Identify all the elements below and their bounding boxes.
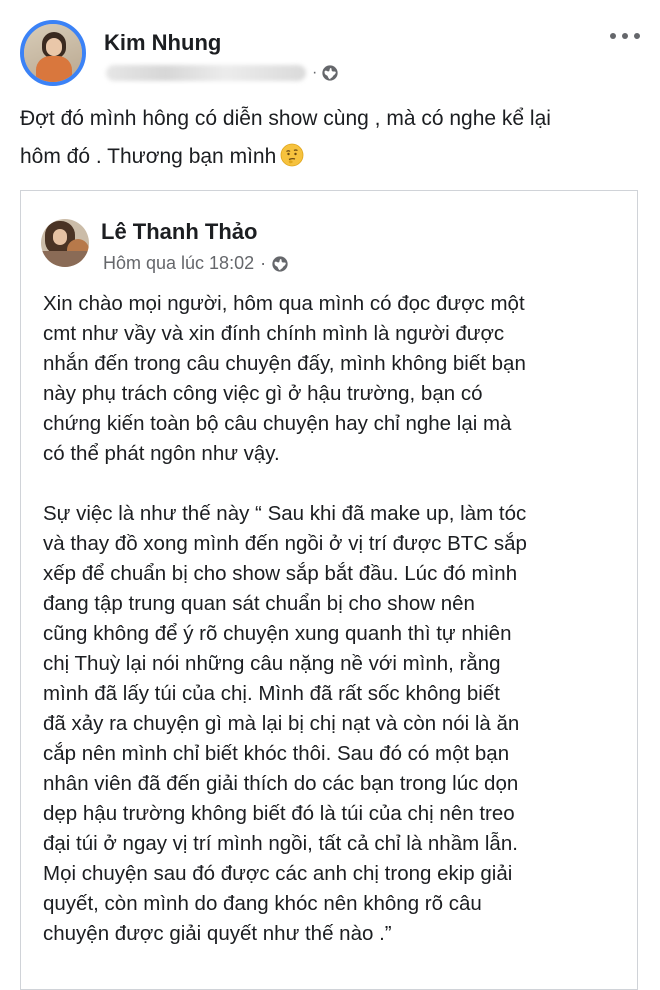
avatar[interactable] xyxy=(20,20,86,86)
meta-separator: · xyxy=(260,253,267,273)
shared-post-meta: Hôm qua lúc 18:02 · xyxy=(103,253,289,274)
body-line: mình đã lấy túi của chị. Mình đã rất sốc… xyxy=(43,682,500,705)
body-line: nhân viên đã đến giải thích do các bạn t… xyxy=(43,772,519,795)
shared-author-name[interactable]: Lê Thanh Thảo xyxy=(101,219,257,245)
body-line: xếp để chuẩn bị cho show sắp bắt đầu. Lú… xyxy=(43,562,518,585)
body-line: Xin chào mọi người, hôm qua mình có đọc … xyxy=(43,292,525,315)
shared-avatar[interactable] xyxy=(41,219,89,267)
body-line: quyết, còn mình do đang khóc nên không r… xyxy=(43,892,482,915)
body-line: nhắn đến trong câu chuyện đấy, mình khôn… xyxy=(43,352,526,375)
body-line: đã xảy ra chuyện gì mà lại bị chị nạt và… xyxy=(43,712,520,735)
body-line: chứng kiến toàn bộ câu chuyện hay chỉ ng… xyxy=(43,412,512,435)
body-line: Sự việc là như thế này “ Sau khi đã make… xyxy=(43,502,527,525)
post-header: Kim Nhung · xyxy=(20,20,640,92)
body-line: chị Thuỳ lại nói những câu nặng nề với m… xyxy=(43,652,501,675)
body-line: và thay đồ xong mình đến ngồi ở vị trí đ… xyxy=(43,532,527,555)
shared-timestamp[interactable]: Hôm qua lúc 18:02 xyxy=(103,253,254,274)
meta-separator: · xyxy=(312,64,318,81)
globe-icon xyxy=(272,255,288,272)
body-line: dẹp hậu trường không biết đó là túi của … xyxy=(43,802,515,825)
post-text-line: hôm đó . Thương bạn mình xyxy=(20,145,277,168)
thinking-face-emoji-icon xyxy=(280,143,304,167)
blurred-timestamp xyxy=(106,65,306,81)
body-line: chuyện được giải quyết như thế nào .” xyxy=(43,922,392,945)
shared-post-card[interactable]: Lê Thanh Thảo Hôm qua lúc 18:02 · Xin ch… xyxy=(20,190,638,990)
post-text-line-with-emoji: hôm đó . Thương bạn mình xyxy=(20,138,640,176)
more-horizontal-icon[interactable] xyxy=(610,30,640,42)
body-line: đang tập trung quan sát chuẩn bị cho sho… xyxy=(43,592,475,615)
body-line: cắp nên mình chỉ biết khóc thôi. Sau đó … xyxy=(43,742,510,765)
body-line: Mọi chuyện sau đó được các anh chị trong… xyxy=(43,862,513,885)
body-line: có thể phát ngôn như vậy. xyxy=(43,442,280,465)
body-line: cmt như vầy và xin đính chính mình là ng… xyxy=(43,322,505,345)
author-name[interactable]: Kim Nhung xyxy=(104,30,221,56)
body-line: này phụ trách công việc gì ở hậu trường,… xyxy=(43,382,483,405)
body-line: cũng không để ý rõ chuyện xung quanh thì… xyxy=(43,622,512,645)
post-meta: · xyxy=(106,62,339,84)
globe-icon xyxy=(322,65,338,81)
post-text: Đợt đó mình hông có diễn show cùng , mà … xyxy=(20,100,640,176)
shared-post-body: Xin chào mọi người, hôm qua mình có đọc … xyxy=(43,289,633,949)
body-line: đại túi ở ngay vị trí mình ngồi, tất cả … xyxy=(43,832,518,855)
post-text-line: Đợt đó mình hông có diễn show cùng , mà … xyxy=(20,107,551,130)
